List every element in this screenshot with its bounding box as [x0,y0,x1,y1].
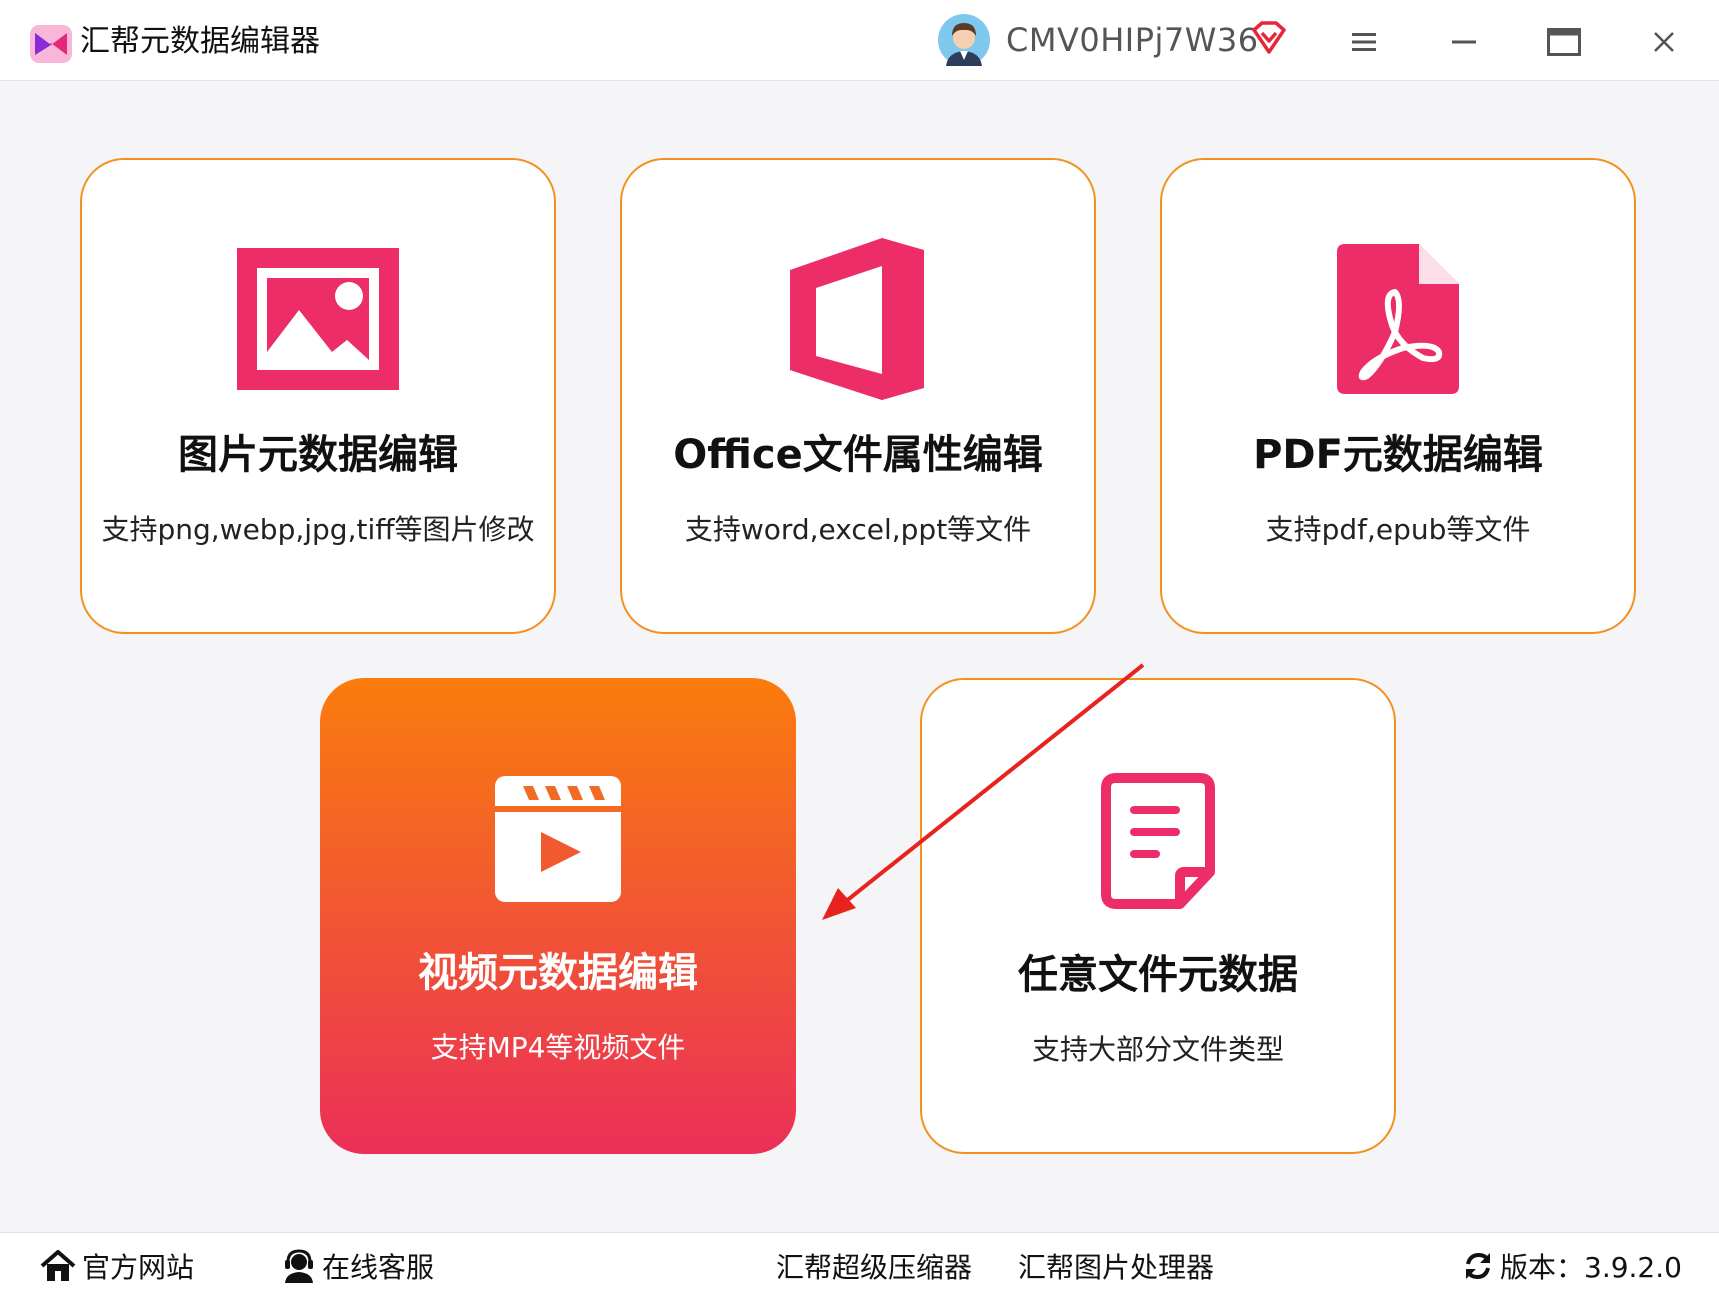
card-any-file-metadata[interactable]: 任意文件元数据 支持大部分文件类型 [920,678,1396,1154]
card-image-metadata[interactable]: 图片元数据编辑 支持png,webp,jpg,tiff等图片修改 [80,158,556,634]
footer-bar: 官方网站 在线客服 汇帮超级压缩器 汇帮图片处理器 版本：3.9.2.0 [0,1232,1719,1300]
menu-icon [1352,33,1376,51]
menu-button[interactable] [1334,18,1394,66]
app-logo-icon [30,25,72,63]
card-office-properties[interactable]: Office文件属性编辑 支持word,excel,ppt等文件 [620,158,1096,634]
maximize-icon [1547,28,1581,56]
document-icon [1101,773,1215,909]
minimize-button[interactable] [1434,18,1494,66]
compressor-link[interactable]: 汇帮超级压缩器 [776,1247,972,1285]
card-title: Office文件属性编辑 [673,432,1043,478]
image-processor-link[interactable]: 汇帮图片处理器 [1018,1247,1214,1285]
card-title: PDF元数据编辑 [1253,432,1543,478]
card-description: 支持MP4等视频文件 [430,1031,686,1064]
card-description: 支持word,excel,ppt等文件 [684,513,1032,546]
version-info[interactable]: 版本：3.9.2.0 [1462,1247,1682,1285]
vip-diamond-icon[interactable] [1250,20,1288,56]
official-website-label: 官方网站 [82,1251,195,1284]
office-icon [790,238,924,400]
video-icon [495,776,621,902]
official-website-link[interactable]: 官方网站 [40,1247,194,1285]
refresh-icon [1466,1252,1490,1280]
card-title: 任意文件元数据 [1018,952,1298,998]
online-service-link[interactable]: 在线客服 [282,1247,434,1285]
card-pdf-metadata[interactable]: PDF元数据编辑 支持pdf,epub等文件 [1160,158,1636,634]
maximize-button[interactable] [1534,18,1594,66]
title-bar: 汇帮元数据编辑器 CMV0HIPj7W36 [0,0,1719,81]
image-icon [237,248,399,390]
customer-service-icon [285,1249,313,1283]
pdf-icon [1337,244,1459,394]
minimize-icon [1452,40,1476,44]
compressor-label: 汇帮超级压缩器 [776,1251,973,1284]
card-description: 支持pdf,epub等文件 [1265,513,1531,546]
close-button[interactable] [1634,18,1694,66]
home-icon [40,1250,76,1281]
online-service-label: 在线客服 [322,1251,435,1284]
card-description: 支持大部分文件类型 [1031,1033,1284,1066]
card-title: 视频元数据编辑 [418,950,698,996]
app-title: 汇帮元数据编辑器 [80,24,320,59]
card-title: 图片元数据编辑 [178,432,458,478]
username[interactable]: CMV0HIPj7W36 [1006,20,1259,60]
image-processor-label: 汇帮图片处理器 [1018,1251,1215,1284]
card-description: 支持png,webp,jpg,tiff等图片修改 [101,513,535,546]
close-icon [1654,32,1674,52]
card-video-metadata[interactable]: 视频元数据编辑 支持MP4等视频文件 [320,678,796,1154]
version-label: 版本：3.9.2.0 [1500,1251,1682,1284]
avatar[interactable] [938,14,990,66]
